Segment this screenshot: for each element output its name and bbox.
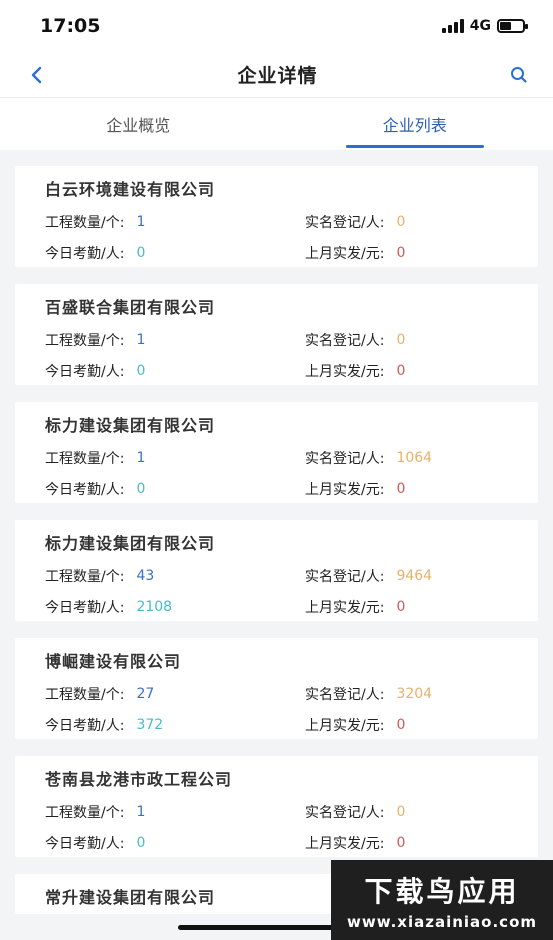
registered-label: 实名登记/人: [305,332,385,349]
paid-value: 0 [396,244,406,261]
network-label: 4G [469,18,491,34]
status-icons: 4G [441,18,528,34]
registered-label: 实名登记/人: [305,568,385,585]
attendance-label: 今日考勤/人: [45,599,125,616]
home-indicator[interactable] [178,925,338,930]
company-card[interactable]: 标力建设集团有限公司 工程数量/个: 43 实名登记/人: 9464 今日考勤/人:… [15,520,538,621]
company-name: 标力建设集团有限公司 [45,416,216,435]
paid-value: 0 [396,834,406,851]
battery-icon [497,19,528,33]
registered-value: 0 [396,331,406,348]
company-name: 博崛建设有限公司 [45,652,182,671]
paid-label: 上月实发/元: [305,363,385,380]
projects-label: 工程数量/个: [45,450,125,467]
projects-value: 1 [136,449,146,466]
nav-bar: 企业详情 [0,52,553,98]
paid-value: 0 [396,362,406,379]
paid-label: 上月实发/元: [305,245,385,262]
company-name: 百盛联合集团有限公司 [45,298,216,317]
tab-company-list[interactable]: 企业列表 [277,98,553,150]
status-bar: 17:05 4G [0,0,553,52]
company-card[interactable]: 标力建设集团有限公司 工程数量/个: 1 实名登记/人: 1064 今日考勤/人: 0… [15,402,538,503]
tab-overview[interactable]: 企业概览 [0,98,277,150]
paid-value: 0 [396,598,406,615]
company-list: 白云环境建设有限公司 工程数量/个: 1 实名登记/人: 0 今日考勤/人: 0 上月… [0,150,553,914]
attendance-value: 0 [136,480,146,497]
paid-label: 上月实发/元: [305,835,385,852]
registered-label: 实名登记/人: [305,214,385,231]
watermark-logo: 下载鸟应用 www.xiazainiao.com [331,860,553,940]
registered-value: 0 [396,803,406,820]
attendance-label: 今日考勤/人: [45,481,125,498]
tab-bar: 企业概览 企业列表 [0,98,553,150]
attendance-value: 372 [136,716,164,733]
paid-label: 上月实发/元: [305,481,385,498]
projects-label: 工程数量/个: [45,568,125,585]
projects-value: 43 [136,567,155,584]
registered-value: 0 [396,213,406,230]
attendance-label: 今日考勤/人: [45,245,125,262]
signal-icon [441,19,464,33]
paid-value: 0 [396,480,406,497]
attendance-label: 今日考勤/人: [45,835,125,852]
attendance-label: 今日考勤/人: [45,717,125,734]
registered-label: 实名登记/人: [305,450,385,467]
registered-value: 3204 [396,685,433,702]
page-title: 企业详情 [237,65,318,87]
company-card[interactable]: 百盛联合集团有限公司 工程数量/个: 1 实名登记/人: 0 今日考勤/人: 0 上月… [15,284,538,385]
company-name: 标力建设集团有限公司 [45,534,216,553]
attendance-label: 今日考勤/人: [45,363,125,380]
search-icon[interactable] [509,65,529,85]
company-name: 白云环境建设有限公司 [45,180,216,199]
back-icon[interactable] [26,65,46,85]
company-name: 苍南县龙港市政工程公司 [45,770,233,789]
company-card[interactable]: 博崛建设有限公司 工程数量/个: 27 实名登记/人: 3204 今日考勤/人: 37… [15,638,538,739]
registered-label: 实名登记/人: [305,686,385,703]
company-card[interactable]: 白云环境建设有限公司 工程数量/个: 1 实名登记/人: 0 今日考勤/人: 0 上月… [15,166,538,267]
status-time: 17:05 [40,15,101,37]
paid-label: 上月实发/元: [305,599,385,616]
watermark-title: 下载鸟应用 [364,874,520,908]
attendance-value: 0 [136,834,146,851]
paid-label: 上月实发/元: [305,717,385,734]
projects-label: 工程数量/个: [45,214,125,231]
attendance-value: 0 [136,362,146,379]
projects-value: 1 [136,213,146,230]
projects-value: 1 [136,331,146,348]
projects-value: 27 [136,685,155,702]
registered-value: 1064 [396,449,433,466]
projects-value: 1 [136,803,146,820]
projects-label: 工程数量/个: [45,804,125,821]
registered-value: 9464 [396,567,433,584]
projects-label: 工程数量/个: [45,332,125,349]
company-card[interactable]: 苍南县龙港市政工程公司 工程数量/个: 1 实名登记/人: 0 今日考勤/人: 0 上… [15,756,538,857]
attendance-value: 0 [136,244,146,261]
projects-label: 工程数量/个: [45,686,125,703]
attendance-value: 2108 [136,598,173,615]
registered-label: 实名登记/人: [305,804,385,821]
watermark-url: www.xiazainiao.com [346,912,538,931]
paid-value: 0 [396,716,406,733]
